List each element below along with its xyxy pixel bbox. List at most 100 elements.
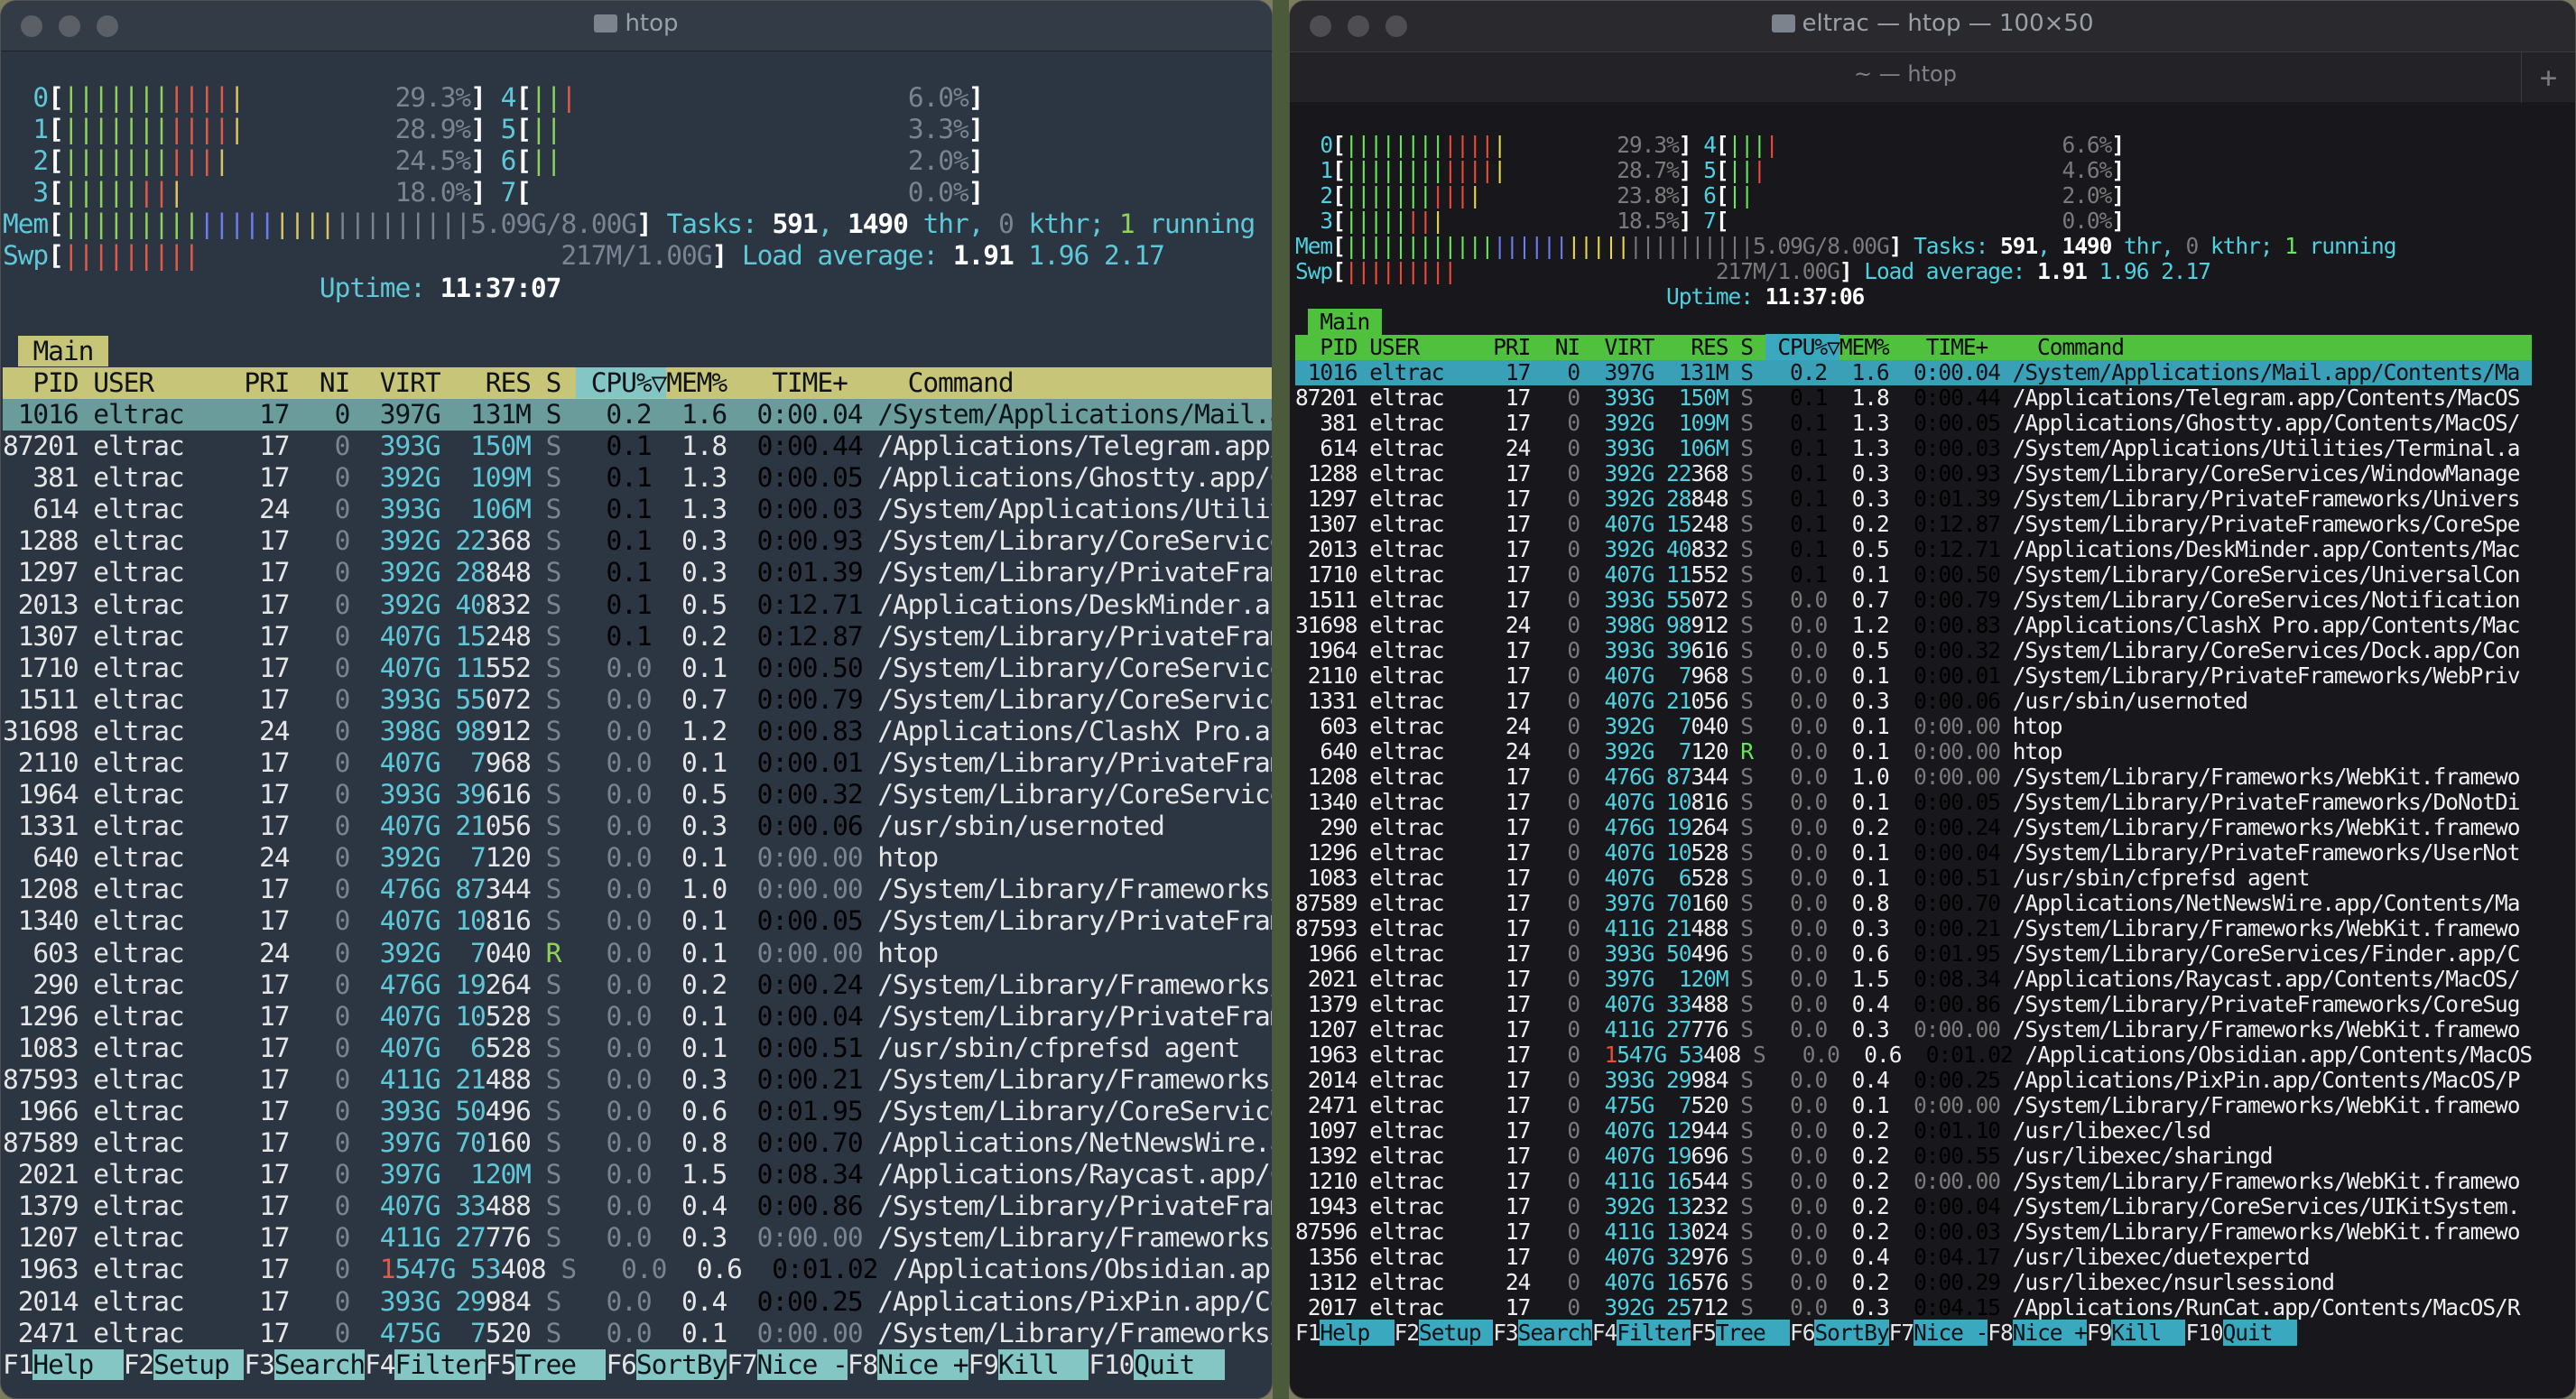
fkey-label[interactable]: Kill: [2111, 1320, 2186, 1346]
fkey-label[interactable]: Quit: [2222, 1320, 2297, 1346]
tab-htop[interactable]: ~ — htop: [1290, 61, 2521, 87]
fkey-f6[interactable]: F6: [1790, 1320, 1815, 1346]
process-row[interactable]: 1963 eltrac 17 0 1547G 53408 S 0.0 0.6 0…: [1295, 1042, 2533, 1068]
process-row[interactable]: 2014 eltrac 17 0 393G 29984 S 0.0 0.4 0:…: [3, 1286, 1272, 1318]
process-row[interactable]: 1331 eltrac 17 0 407G 21056 S 0.0 0.3 0:…: [1295, 689, 2532, 714]
process-row[interactable]: 2021 eltrac 17 0 397G 120M S 0.0 1.5 0:0…: [3, 1159, 1272, 1191]
process-row[interactable]: 1963 eltrac 17 0 1547G 53408 S 0.0 0.6 0…: [3, 1254, 1272, 1285]
column-header[interactable]: PID USER PRI NI VIRT RES S CPU%▽MEM% TIM…: [3, 366, 1272, 399]
process-row[interactable]: 1288 eltrac 17 0 392G 22368 S 0.1 0.3 0:…: [3, 525, 1272, 557]
process-row[interactable]: 1966 eltrac 17 0 393G 50496 S 0.0 0.6 0:…: [3, 1096, 1272, 1127]
process-row[interactable]: 640 eltrac 24 0 392G 7120 R 0.0 0.1 0:00…: [1295, 739, 2532, 764]
fkey-label[interactable]: Nice +: [2012, 1320, 2088, 1346]
process-row[interactable]: 290 eltrac 17 0 476G 19264 S 0.0 0.2 0:0…: [1295, 815, 2532, 840]
process-row[interactable]: 1207 eltrac 17 0 411G 27776 S 0.0 0.3 0:…: [3, 1222, 1272, 1254]
process-row[interactable]: 2013 eltrac 17 0 392G 40832 S 0.1 0.5 0:…: [1295, 537, 2532, 562]
new-tab-button[interactable]: +: [2521, 52, 2575, 103]
process-row[interactable]: 1083 eltrac 17 0 407G 6528 S 0.0 0.1 0:0…: [3, 1033, 1272, 1064]
fkey-label[interactable]: Filter: [394, 1348, 486, 1380]
process-row[interactable]: 614 eltrac 24 0 393G 106M S 0.1 1.3 0:00…: [3, 494, 1272, 525]
fkey-f3[interactable]: F3: [244, 1349, 274, 1380]
process-row[interactable]: 1297 eltrac 17 0 392G 28848 S 0.1 0.3 0:…: [3, 557, 1272, 588]
fkey-f6[interactable]: F6: [606, 1349, 636, 1380]
fkey-label[interactable]: Help: [1320, 1320, 1395, 1346]
fkey-label[interactable]: Tree: [515, 1348, 607, 1380]
process-row[interactable]: 1210 eltrac 17 0 411G 16544 S 0.0 0.2 0:…: [1295, 1169, 2532, 1194]
process-row[interactable]: 1097 eltrac 17 0 407G 12944 S 0.0 0.2 0:…: [1295, 1118, 2532, 1144]
fkey-label[interactable]: Quit: [1134, 1348, 1225, 1380]
process-row[interactable]: 87596 eltrac 17 0 411G 13024 S 0.0 0.2 0…: [1295, 1219, 2532, 1245]
process-row[interactable]: 1966 eltrac 17 0 393G 50496 S 0.0 0.6 0:…: [1295, 941, 2532, 967]
fkey-f2[interactable]: F2: [124, 1349, 154, 1380]
fkey-label[interactable]: SortBy: [1814, 1320, 1890, 1346]
process-row[interactable]: 1356 eltrac 17 0 407G 32976 S 0.0 0.4 0:…: [1295, 1245, 2532, 1270]
process-row[interactable]: 1208 eltrac 17 0 476G 87344 S 0.0 1.0 0:…: [1295, 764, 2532, 790]
process-row[interactable]: 614 eltrac 24 0 393G 106M S 0.1 1.3 0:00…: [1295, 436, 2532, 461]
fkey-f9[interactable]: F9: [2087, 1320, 2112, 1346]
process-row[interactable]: 2013 eltrac 17 0 392G 40832 S 0.1 0.5 0:…: [3, 589, 1272, 621]
fkey-label[interactable]: Filter: [1617, 1320, 1691, 1346]
process-row[interactable]: 87593 eltrac 17 0 411G 21488 S 0.0 0.3 0…: [3, 1064, 1272, 1096]
process-row[interactable]: 1943 eltrac 17 0 392G 13232 S 0.0 0.2 0:…: [1295, 1194, 2532, 1219]
process-row[interactable]: 1307 eltrac 17 0 407G 15248 S 0.1 0.2 0:…: [3, 621, 1272, 653]
fkey-f8[interactable]: F8: [848, 1349, 878, 1380]
fkey-label[interactable]: Nice -: [756, 1348, 848, 1380]
fkey-f7[interactable]: F7: [727, 1349, 757, 1380]
fkey-f3[interactable]: F3: [1493, 1320, 1518, 1346]
fkey-f1[interactable]: F1: [3, 1349, 33, 1380]
fkey-label[interactable]: Setup: [153, 1348, 245, 1380]
column-header[interactable]: PID USER PRI NI VIRT RES S CPU%▽MEM% TIM…: [1295, 334, 2533, 360]
process-row[interactable]: 290 eltrac 17 0 476G 19264 S 0.0 0.2 0:0…: [3, 969, 1272, 1001]
fkey-f5[interactable]: F5: [486, 1349, 516, 1380]
process-row[interactable]: 2471 eltrac 17 0 475G 7520 S 0.0 0.1 0:0…: [3, 1318, 1272, 1349]
fkey-f1[interactable]: F1: [1295, 1320, 1320, 1346]
process-row[interactable]: 1296 eltrac 17 0 407G 10528 S 0.0 0.1 0:…: [1295, 840, 2532, 866]
process-row[interactable]: 1340 eltrac 17 0 407G 10816 S 0.0 0.1 0:…: [3, 905, 1272, 937]
process-row[interactable]: 603 eltrac 24 0 392G 7040 S 0.0 0.1 0:00…: [1295, 714, 2532, 739]
process-row[interactable]: 31698 eltrac 24 0 398G 98912 S 0.0 1.2 0…: [1295, 613, 2532, 638]
process-row[interactable]: 1331 eltrac 17 0 407G 21056 S 0.0 0.3 0:…: [3, 811, 1272, 842]
fkey-label[interactable]: SortBy: [635, 1348, 727, 1380]
process-row[interactable]: 1392 eltrac 17 0 407G 19696 S 0.0 0.2 0:…: [1295, 1144, 2532, 1169]
process-row[interactable]: 1379 eltrac 17 0 407G 33488 S 0.0 0.4 0:…: [1295, 992, 2532, 1017]
process-row[interactable]: 1710 eltrac 17 0 407G 11552 S 0.1 0.1 0:…: [1295, 562, 2532, 588]
terminal-content[interactable]: 0[|||||||||||||||||||||||||| 29.3%] 4[||…: [1295, 133, 2533, 1346]
process-row[interactable]: 2110 eltrac 17 0 407G 7968 S 0.0 0.1 0:0…: [3, 747, 1272, 779]
process-row[interactable]: 1208 eltrac 17 0 476G 87344 S 0.0 1.0 0:…: [3, 874, 1272, 905]
fkey-f10[interactable]: F10: [1089, 1349, 1135, 1380]
process-row[interactable]: 1710 eltrac 17 0 407G 11552 S 0.0 0.1 0:…: [3, 653, 1272, 684]
process-row[interactable]: 1297 eltrac 17 0 392G 28848 S 0.1 0.3 0:…: [1295, 486, 2532, 512]
main-tab[interactable]: Main: [1307, 309, 1382, 335]
process-row-selected[interactable]: 1016 eltrac 17 0 397G 131M S 0.2 1.6 0:0…: [3, 398, 1272, 431]
process-row[interactable]: 1307 eltrac 17 0 407G 15248 S 0.1 0.2 0:…: [1295, 512, 2532, 537]
fkey-label[interactable]: Nice -: [1913, 1320, 1988, 1346]
process-row[interactable]: 2110 eltrac 17 0 407G 7968 S 0.0 0.1 0:0…: [1295, 663, 2532, 689]
process-row[interactable]: 381 eltrac 17 0 392G 109M S 0.1 1.3 0:00…: [1295, 411, 2532, 436]
process-row[interactable]: 87201 eltrac 17 0 393G 150M S 0.1 1.8 0:…: [1295, 385, 2532, 411]
process-row[interactable]: 87593 eltrac 17 0 411G 21488 S 0.0 0.3 0…: [1295, 916, 2532, 941]
process-row[interactable]: 1207 eltrac 17 0 411G 27776 S 0.0 0.3 0:…: [1295, 1017, 2532, 1042]
process-row[interactable]: 1288 eltrac 17 0 392G 22368 S 0.1 0.3 0:…: [1295, 461, 2532, 486]
fkey-label[interactable]: Search: [273, 1348, 366, 1380]
fkey-label[interactable]: Nice +: [877, 1348, 969, 1380]
process-row[interactable]: 1083 eltrac 17 0 407G 6528 S 0.0 0.1 0:0…: [1295, 866, 2532, 891]
fkey-label[interactable]: Kill: [997, 1348, 1089, 1380]
fkey-f4[interactable]: F4: [1592, 1320, 1617, 1346]
process-row[interactable]: 1296 eltrac 17 0 407G 10528 S 0.0 0.1 0:…: [3, 1001, 1272, 1033]
process-row[interactable]: 640 eltrac 24 0 392G 7120 S 0.0 0.1 0:00…: [3, 842, 1272, 874]
fkey-f7[interactable]: F7: [1889, 1320, 1914, 1346]
process-row[interactable]: 87589 eltrac 17 0 397G 70160 S 0.0 0.8 0…: [1295, 891, 2532, 916]
process-row-selected[interactable]: 1016 eltrac 17 0 397G 131M S 0.2 1.6 0:0…: [1295, 360, 2533, 385]
process-row[interactable]: 1340 eltrac 17 0 407G 10816 S 0.0 0.1 0:…: [1295, 790, 2532, 815]
terminal-content[interactable]: 0[|||||||||||||||||||||||| 29.3%] 4[||||…: [3, 82, 1272, 1381]
process-row[interactable]: 1964 eltrac 17 0 393G 39616 S 0.0 0.5 0:…: [3, 779, 1272, 811]
process-row[interactable]: 381 eltrac 17 0 392G 109M S 0.1 1.3 0:00…: [3, 462, 1272, 494]
fkey-f8[interactable]: F8: [1988, 1320, 2013, 1346]
process-row[interactable]: 87201 eltrac 17 0 393G 150M S 0.1 1.8 0:…: [3, 431, 1272, 462]
process-row[interactable]: 603 eltrac 24 0 392G 7040 R 0.0 0.1 0:00…: [3, 938, 1272, 969]
process-row[interactable]: 87589 eltrac 17 0 397G 70160 S 0.0 0.8 0…: [3, 1127, 1272, 1159]
main-tab[interactable]: Main: [17, 335, 108, 366]
fkey-f9[interactable]: F9: [968, 1349, 999, 1380]
fkey-f5[interactable]: F5: [1691, 1320, 1716, 1346]
fkey-label[interactable]: Setup: [1419, 1320, 1494, 1346]
